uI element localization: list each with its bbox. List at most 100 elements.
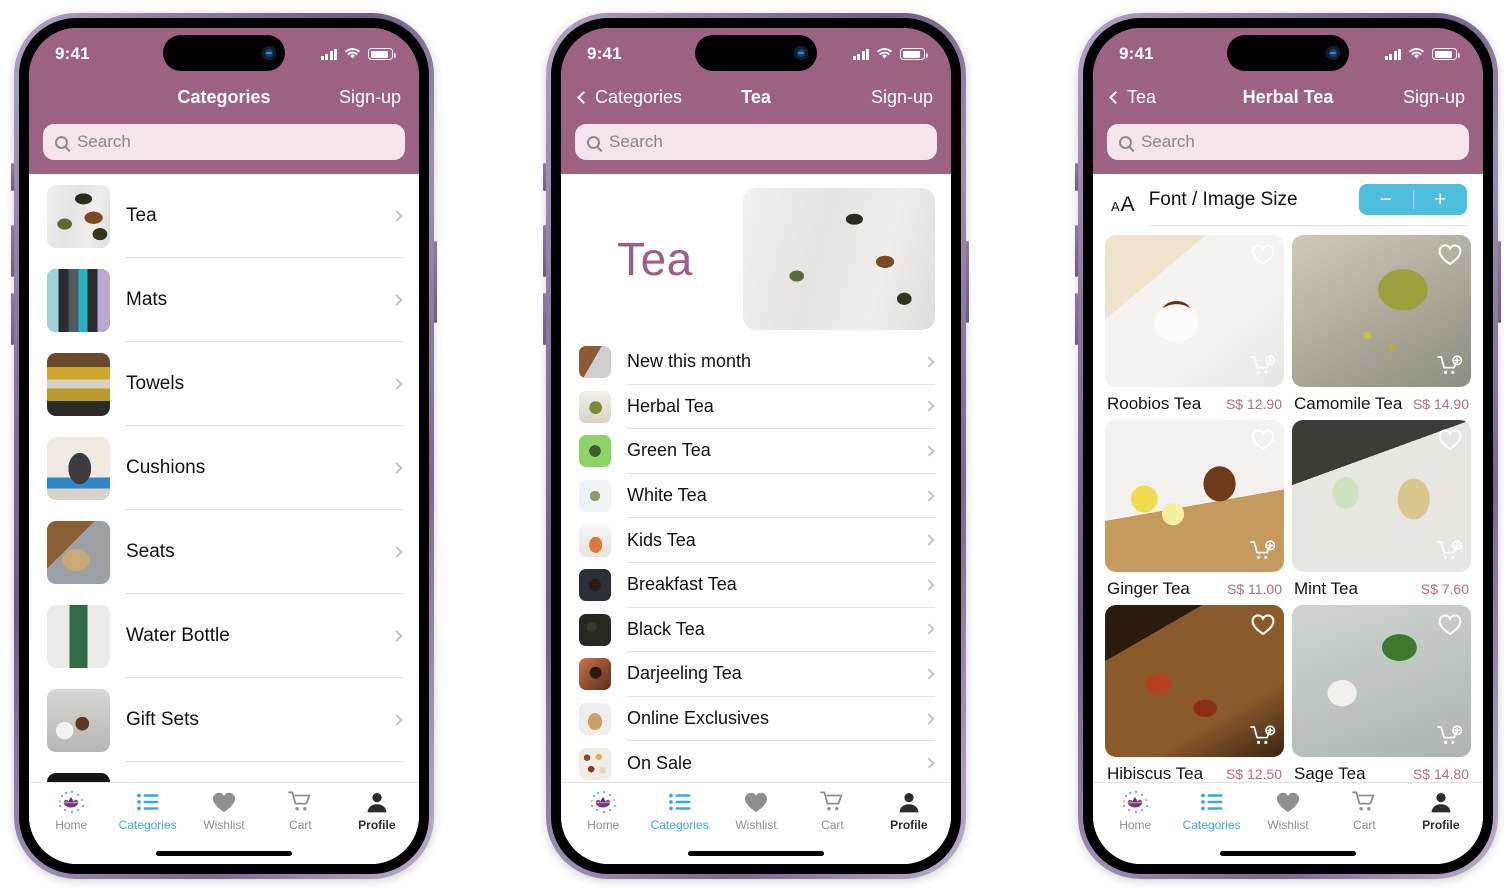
list-item[interactable]: Towels: [29, 342, 419, 426]
list-item[interactable]: On Sale: [561, 741, 951, 782]
product-card[interactable]: Mint Tea S$ 7.60: [1292, 420, 1471, 599]
volume-up-button[interactable]: [11, 225, 14, 277]
home-indicator[interactable]: [1093, 842, 1483, 864]
list-item[interactable]: Breakfast Tea: [561, 563, 951, 608]
list-item[interactable]: Green Tea: [561, 429, 951, 474]
list-item[interactable]: Gift Sets: [29, 678, 419, 762]
home-indicator[interactable]: [561, 842, 951, 864]
list-item-label: New this month: [627, 351, 752, 372]
subcategory-thumbnail: [579, 658, 611, 691]
list-item[interactable]: Herbal Tea: [561, 385, 951, 430]
product-card[interactable]: Sage Tea S$ 14.80: [1292, 605, 1471, 782]
tab-categories[interactable]: Categories: [1173, 790, 1249, 842]
tab-cart[interactable]: Cart: [262, 790, 338, 842]
list-item[interactable]: White Tea: [561, 474, 951, 519]
home-indicator[interactable]: [29, 842, 419, 864]
list-item[interactable]: [29, 762, 419, 782]
list-item[interactable]: Darjeeling Tea: [561, 652, 951, 697]
volume-down-button[interactable]: [11, 293, 14, 345]
volume-up-button[interactable]: [1075, 225, 1078, 277]
chevron-right-icon: [391, 209, 403, 222]
tab-categories[interactable]: Categories: [641, 790, 717, 842]
phone-2-list[interactable]: Tea New this month Herbal Tea Green Tea: [561, 174, 951, 782]
silent-switch[interactable]: [11, 163, 14, 191]
tab-profile[interactable]: Profile: [1403, 790, 1479, 842]
product-name: Ginger Tea: [1107, 579, 1190, 598]
cart-plus-icon[interactable]: [1250, 355, 1276, 379]
volume-down-button[interactable]: [543, 293, 546, 345]
tab-home[interactable]: Home: [565, 790, 641, 842]
volume-down-button[interactable]: [1075, 293, 1078, 345]
tab-wishlist[interactable]: Wishlist: [718, 790, 794, 842]
signup-button[interactable]: Sign-up: [871, 87, 933, 108]
power-button[interactable]: [434, 241, 437, 323]
silent-switch[interactable]: [543, 163, 546, 191]
cart-plus-icon[interactable]: [1437, 355, 1463, 379]
tab-profile[interactable]: Profile: [339, 790, 415, 842]
phone-2-navbar: Categories Tea Sign-up Search: [561, 80, 951, 174]
heart-outline-icon[interactable]: [1251, 244, 1275, 266]
chevron-right-icon: [391, 545, 403, 558]
list-item[interactable]: Cushions: [29, 426, 419, 510]
list-item-label: Water Bottle: [126, 624, 230, 646]
subcategory-thumbnail: [579, 613, 611, 646]
back-button[interactable]: Tea: [1109, 87, 1156, 108]
product-card[interactable]: Ginger Tea S$ 11.00: [1105, 420, 1284, 599]
heart-outline-icon[interactable]: [1251, 429, 1275, 451]
volume-up-button[interactable]: [543, 225, 546, 277]
product-card[interactable]: Roobios Tea S$ 12.90: [1105, 235, 1284, 414]
list-item-label: Online Exclusives: [627, 708, 770, 729]
phone-3-content[interactable]: AA Font / Image Size − + Roobios Tea S$ …: [1093, 174, 1483, 782]
cart-plus-icon[interactable]: [1250, 725, 1276, 749]
heart-outline-icon[interactable]: [1438, 614, 1462, 636]
category-thumbnail: [47, 772, 110, 782]
heart-outline-icon[interactable]: [1438, 429, 1462, 451]
power-button[interactable]: [966, 241, 969, 323]
list-item[interactable]: Water Bottle: [29, 594, 419, 678]
product-name: Sage Tea: [1294, 764, 1366, 782]
signup-button[interactable]: Sign-up: [339, 87, 401, 108]
product-card[interactable]: Hibiscus Tea S$ 12.50: [1105, 605, 1284, 782]
tab-home[interactable]: Home: [1097, 790, 1173, 842]
chevron-right-icon: [923, 356, 935, 368]
list-item[interactable]: New this month: [561, 340, 951, 385]
tab-home[interactable]: Home: [33, 790, 109, 842]
list-item[interactable]: Kids Tea: [561, 518, 951, 563]
list-item-label: Black Tea: [627, 618, 705, 639]
phone-1-list[interactable]: Tea Mats Towels Cushions Seats Water Bot…: [29, 174, 419, 782]
chevron-right-icon: [923, 712, 935, 725]
list-item[interactable]: Black Tea: [561, 608, 951, 653]
tab-categories[interactable]: Categories: [109, 790, 185, 842]
chevron-left-icon: [577, 90, 590, 104]
silent-switch[interactable]: [1075, 163, 1078, 191]
tab-profile[interactable]: Profile: [871, 790, 947, 842]
front-camera-icon: [1326, 46, 1340, 60]
tab-wishlist[interactable]: Wishlist: [1250, 790, 1326, 842]
decrease-font-size-button[interactable]: −: [1359, 184, 1413, 215]
tab-label: Wishlist: [203, 818, 245, 832]
product-card[interactable]: Camomile Tea S$ 14.90: [1292, 235, 1471, 414]
list-item[interactable]: Online Exclusives: [561, 697, 951, 742]
increase-font-size-button[interactable]: +: [1414, 184, 1468, 215]
heart-outline-icon[interactable]: [1438, 244, 1462, 266]
list-item[interactable]: Tea: [29, 174, 419, 258]
chevron-right-icon: [391, 293, 403, 306]
tab-cart[interactable]: Cart: [794, 790, 870, 842]
heart-outline-icon[interactable]: [1251, 614, 1275, 636]
cart-plus-icon[interactable]: [1437, 540, 1463, 564]
chevron-right-icon: [923, 668, 935, 680]
cart-plus-icon[interactable]: [1437, 725, 1463, 749]
tab-cart[interactable]: Cart: [1326, 790, 1402, 842]
list-item[interactable]: Seats: [29, 510, 419, 594]
cart-plus-icon[interactable]: [1250, 540, 1276, 564]
tab-wishlist[interactable]: Wishlist: [186, 790, 262, 842]
status-bar: 9:41: [29, 28, 419, 80]
search-input[interactable]: Search: [43, 124, 405, 160]
phone-3-bezel: 9:41 Tea Herbal Tea Sign-up Search A A F…: [1083, 18, 1493, 874]
search-input[interactable]: Search: [1107, 124, 1469, 160]
back-button[interactable]: Categories: [577, 87, 682, 108]
power-button[interactable]: [1498, 241, 1501, 323]
signup-button[interactable]: Sign-up: [1403, 87, 1465, 108]
list-item[interactable]: Mats: [29, 258, 419, 342]
search-input[interactable]: Search: [575, 124, 937, 160]
